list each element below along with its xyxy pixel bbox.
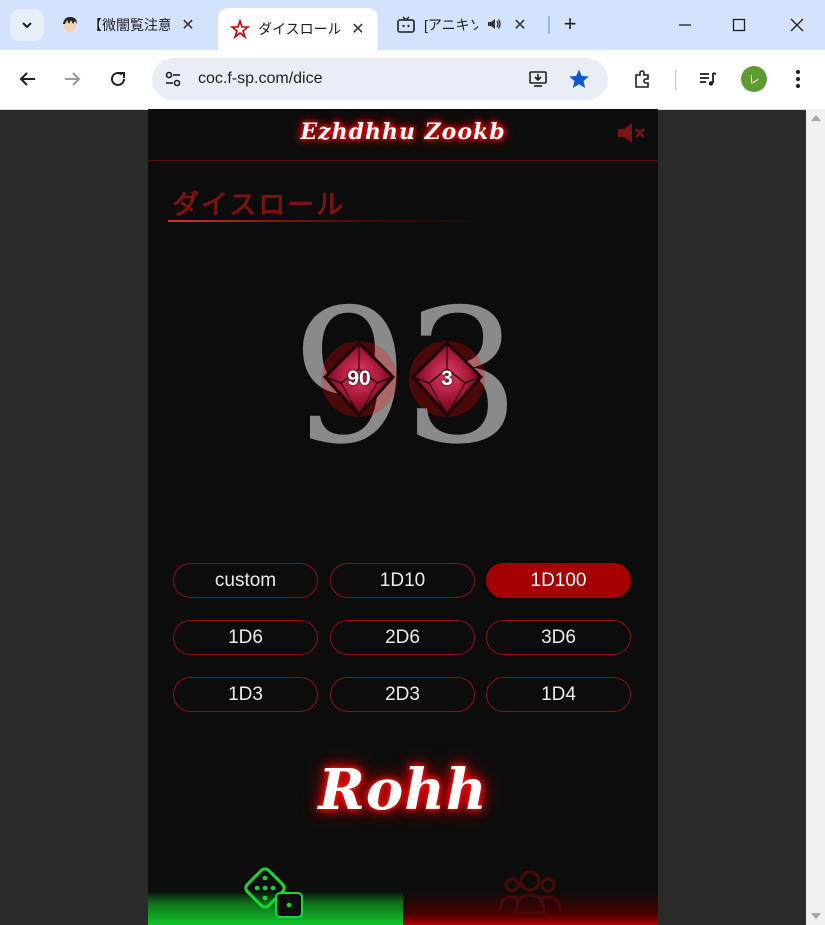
playlist-music-icon [700, 72, 717, 86]
app-logo[interactable]: Ezhdhhu Zookb [148, 119, 658, 145]
scroll-down-arrow-icon[interactable] [811, 913, 821, 919]
puzzle-icon [635, 70, 649, 88]
bookmark-star-icon[interactable] [568, 68, 590, 95]
tab-title: 【微闇覧注意】 [88, 17, 170, 33]
tab-close-icon[interactable]: ✕ [180, 15, 196, 35]
group-icon[interactable] [498, 867, 562, 922]
close-window-button[interactable] [782, 12, 812, 38]
dice-button-1d3[interactable]: 1D3 [173, 677, 318, 712]
dice-button-1d10[interactable]: 1D10 [330, 563, 475, 598]
back-arrow-icon [19, 72, 35, 86]
media-control-button[interactable] [692, 63, 724, 95]
forward-button[interactable] [56, 63, 88, 95]
tv-favicon-icon [396, 15, 416, 35]
reload-icon [111, 71, 125, 86]
tab-search-button[interactable] [10, 9, 44, 41]
dice-button-1d4[interactable]: 1D4 [486, 677, 631, 712]
chevron-down-icon [22, 22, 32, 29]
dice-button-custom[interactable]: custom [173, 563, 318, 598]
page-scrollbar[interactable] [806, 109, 825, 925]
dice-button-1d6[interactable]: 1D6 [173, 620, 318, 655]
reload-button[interactable] [102, 63, 134, 95]
d10-die-tens: 90 [319, 339, 399, 419]
more-vertical-icon [796, 70, 800, 88]
die-value: 3 [441, 367, 453, 390]
title-underline [168, 220, 488, 222]
star-favicon-icon [230, 19, 250, 39]
minimize-button[interactable] [670, 12, 700, 38]
tab-close-icon[interactable]: ✕ [350, 19, 366, 39]
close-icon [790, 18, 804, 32]
new-tab-button[interactable]: + [558, 12, 582, 36]
d10-die-ones: 3 [407, 339, 487, 419]
tab-separator [548, 16, 550, 34]
tab-strip: 【微闇覧注意】 ✕ ダイスロール - ✕ [アニキソ ✕ + [0, 0, 825, 50]
dice-button-2d3[interactable]: 2D3 [330, 677, 475, 712]
character-favicon-icon [60, 15, 80, 35]
maximize-icon [732, 18, 746, 32]
tab-1[interactable]: 【微闇覧注意】 ✕ [60, 8, 210, 42]
scroll-up-arrow-icon[interactable] [811, 115, 821, 121]
forward-arrow-icon [65, 72, 81, 86]
die-value: 90 [347, 367, 371, 390]
roll-result: 93 [291, 269, 520, 485]
back-button[interactable] [12, 63, 44, 95]
roll-button[interactable]: Rohh [148, 757, 658, 823]
sound-mute-icon[interactable] [616, 121, 648, 150]
tab-3[interactable]: [アニキソ ✕ [396, 8, 546, 42]
speaker-audio-icon[interactable] [486, 16, 502, 35]
browser-toolbar: coc.f-sp.com/dice レ [0, 50, 825, 110]
tab-title: ダイスロール - [258, 21, 340, 37]
install-app-icon[interactable] [528, 69, 548, 94]
tab-title: [アニキソ [424, 17, 478, 33]
extensions-button[interactable] [626, 63, 658, 95]
profile-avatar[interactable]: レ [741, 66, 767, 92]
dice-app: Ezhdhhu Zookb ダイスロール 93 90 3 custom 1D10… [148, 109, 658, 925]
dice-button-2d6[interactable]: 2D6 [330, 620, 475, 655]
dice-button-1d100[interactable]: 1D100 [486, 563, 631, 598]
maximize-button[interactable] [724, 12, 754, 38]
toolbar-separator [675, 70, 676, 90]
site-settings-icon[interactable] [164, 70, 182, 93]
tab-close-icon[interactable]: ✕ [512, 15, 528, 35]
dice-icon[interactable] [244, 867, 306, 925]
page-title: ダイスロール [172, 190, 346, 220]
app-header: Ezhdhhu Zookb [148, 109, 658, 161]
menu-button[interactable] [782, 63, 814, 95]
tab-2[interactable]: ダイスロール - ✕ [218, 8, 378, 50]
minimize-icon [679, 24, 691, 26]
url-text[interactable]: coc.f-sp.com/dice [198, 70, 322, 88]
dice-button-3d6[interactable]: 3D6 [486, 620, 631, 655]
address-bar[interactable]: coc.f-sp.com/dice [152, 58, 608, 100]
